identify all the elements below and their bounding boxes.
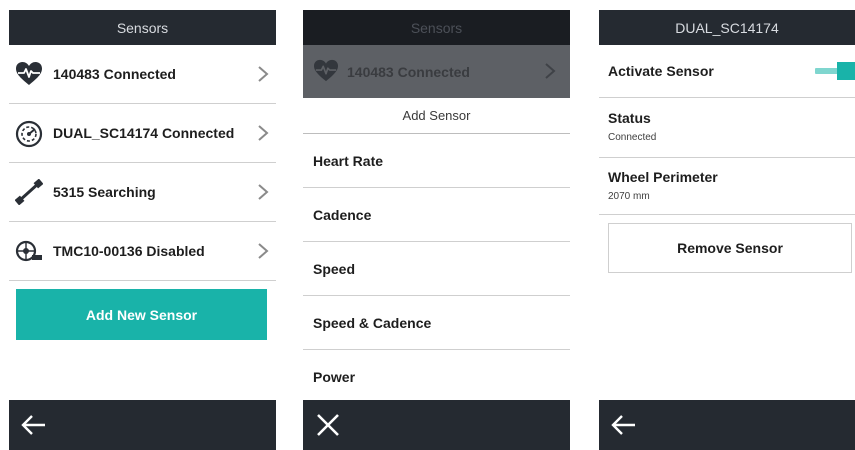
bottom-bar: [599, 400, 855, 450]
sensor-row-label: DUAL_SC14174 Connected: [53, 125, 235, 141]
chevron-right-icon: [258, 66, 269, 82]
back-arrow-icon[interactable]: [17, 408, 51, 442]
option-speed-cadence[interactable]: Speed & Cadence: [303, 296, 570, 350]
option-cadence[interactable]: Cadence: [303, 188, 570, 242]
dimmed-sensor-row: 140483 Connected: [303, 45, 570, 98]
option-speed[interactable]: Speed: [303, 242, 570, 296]
chevron-right-icon: [258, 125, 269, 141]
sensor-row-trainer[interactable]: TMC10-00136 Disabled: [9, 222, 276, 281]
trainer-icon: [15, 240, 42, 262]
add-new-sensor-button[interactable]: Add New Sensor: [16, 289, 267, 340]
sensor-row-label: 140483 Connected: [347, 63, 470, 80]
toggle-knob: [837, 62, 855, 80]
bottom-bar: [303, 400, 570, 450]
activate-sensor-toggle[interactable]: [815, 62, 855, 80]
chevron-right-icon: [258, 184, 269, 200]
option-heart-rate[interactable]: Heart Rate: [303, 134, 570, 188]
screen-title: Sensors: [410, 19, 463, 36]
sensor-detail-screen: DUAL_SC14174 Activate Sensor Status Conn…: [599, 10, 855, 450]
sensor-row-label: 140483 Connected: [53, 66, 176, 82]
remove-sensor-button[interactable]: Remove Sensor: [608, 223, 852, 273]
title-bar: DUAL_SC14174: [599, 10, 855, 45]
heart-rate-icon: [314, 59, 338, 82]
sensor-row-label: 5315 Searching: [53, 184, 156, 200]
activate-sensor-setting: Activate Sensor: [599, 45, 855, 98]
heart-rate-icon: [16, 62, 42, 85]
title-bar: Sensors: [303, 10, 570, 45]
sensor-row-heart-rate[interactable]: 140483 Connected: [9, 45, 276, 104]
screen-title: DUAL_SC14174: [675, 19, 779, 36]
sheet-title: Add Sensor: [303, 98, 570, 134]
wheel-perimeter-setting[interactable]: Wheel Perimeter 2070 mm: [599, 158, 855, 215]
status-label: Status: [608, 110, 651, 126]
sensor-row-power[interactable]: 5315 Searching: [9, 163, 276, 222]
sensor-row-label: TMC10-00136 Disabled: [53, 243, 205, 259]
bottom-bar: [9, 400, 276, 450]
title-bar: Sensors: [9, 10, 276, 45]
screen-title: Sensors: [116, 19, 169, 36]
speed-cadence-icon: [15, 120, 43, 148]
activate-sensor-label: Activate Sensor: [608, 63, 714, 79]
status-value: Connected: [608, 132, 657, 143]
sensor-row-speed-cadence[interactable]: DUAL_SC14174 Connected: [9, 104, 276, 163]
add-sensor-screen: Sensors 140483 Connected Add Sensor Hear…: [303, 10, 570, 450]
option-power[interactable]: Power: [303, 350, 570, 403]
power-icon: [15, 179, 43, 205]
status-setting: Status Connected: [599, 98, 855, 158]
close-icon[interactable]: [311, 408, 345, 442]
sensors-screen: Sensors 140483 Connected DUAL_SC14174 Co…: [9, 10, 276, 450]
wheel-perimeter-value: 2070 mm: [608, 191, 650, 202]
chevron-right-icon: [258, 243, 269, 259]
back-arrow-icon[interactable]: [607, 408, 641, 442]
wheel-perimeter-label: Wheel Perimeter: [608, 169, 718, 185]
chevron-right-icon: [545, 63, 556, 79]
